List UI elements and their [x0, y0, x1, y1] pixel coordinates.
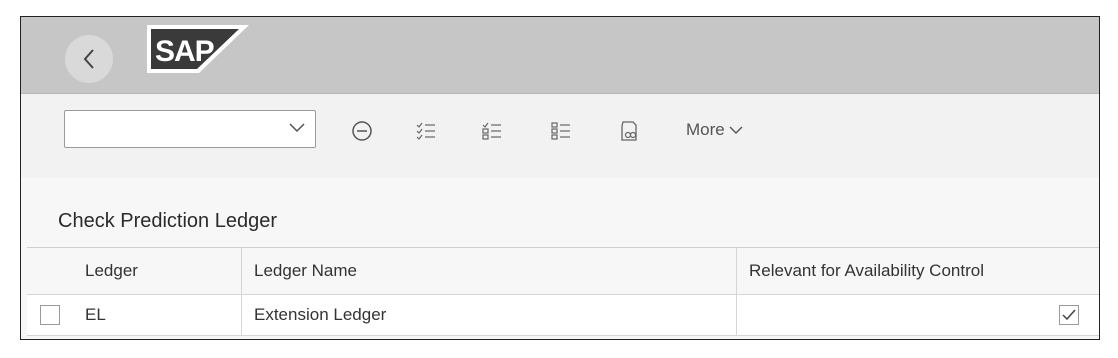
ledger-name-cell: Extension Ledger: [241, 295, 736, 335]
checkmark-icon: [1062, 309, 1076, 321]
collapse-icon[interactable]: [351, 120, 373, 142]
ledger-cell: EL: [85, 305, 106, 324]
more-label: More: [686, 120, 725, 139]
more-button[interactable]: More: [686, 120, 743, 140]
chevron-left-icon: [83, 49, 94, 69]
shell-bar: SAP: [21, 17, 1099, 94]
row-select-checkbox[interactable]: [40, 305, 60, 325]
variant-select[interactable]: [64, 110, 316, 148]
variant-icon[interactable]: [618, 120, 640, 142]
section-title: Check Prediction Ledger: [58, 210, 278, 232]
relevant-checkbox: [1059, 305, 1079, 325]
app-frame: SAP More Check Prediction Ledger Ledger …: [20, 16, 1100, 340]
select-column-header: [27, 248, 73, 294]
chevron-down-icon: [289, 123, 305, 133]
back-button[interactable]: [65, 35, 113, 83]
checklist-alt-icon[interactable]: [481, 120, 503, 142]
list-icon[interactable]: [550, 120, 572, 142]
column-header-relevant[interactable]: Relevant for Availability Control: [736, 248, 1099, 294]
checklist-icon[interactable]: [415, 120, 437, 142]
row-select-cell: [27, 295, 73, 335]
table-row[interactable]: EL Extension Ledger: [27, 295, 1099, 336]
column-header-ledger[interactable]: Ledger: [73, 248, 241, 294]
chevron-down-icon: [729, 126, 743, 134]
logo-text: SAP: [155, 35, 214, 68]
ledger-table: Ledger Ledger Name Relevant for Availabi…: [27, 247, 1099, 336]
sap-logo: SAP: [147, 25, 249, 73]
relevant-cell: [736, 295, 1099, 335]
table-header-row: Ledger Ledger Name Relevant for Availabi…: [27, 248, 1099, 295]
column-header-ledger-name[interactable]: Ledger Name: [241, 248, 736, 294]
